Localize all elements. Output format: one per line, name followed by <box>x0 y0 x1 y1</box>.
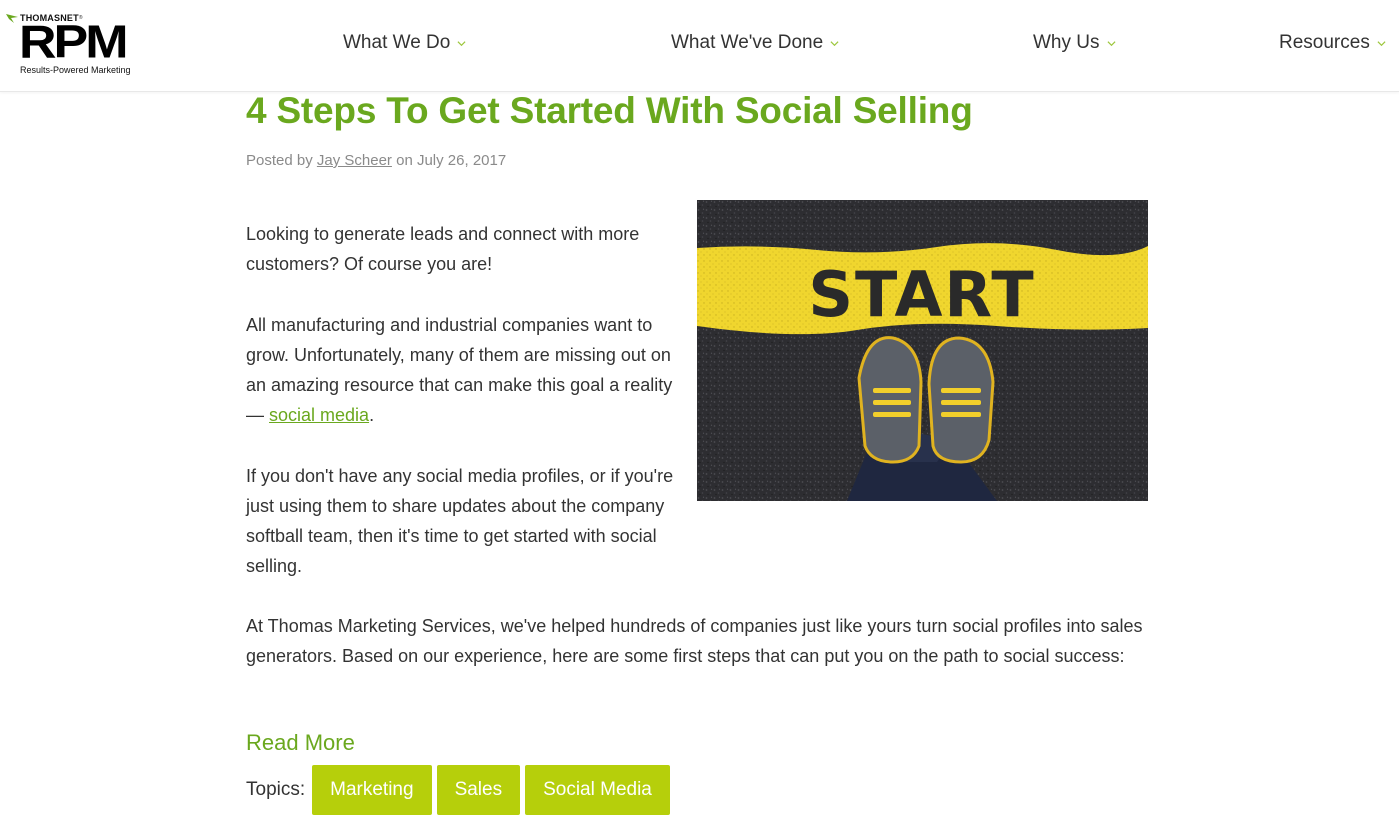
topic-tag-social-media[interactable]: Social Media <box>525 765 670 815</box>
site-header: THOMASNET ® RPM Results-Powered Marketin… <box>0 0 1399 92</box>
nav-resources[interactable]: Resources <box>1279 30 1386 56</box>
social-profiles-paragraph: If you don't have any social media profi… <box>246 466 674 576</box>
chevron-down-icon <box>830 40 839 46</box>
thomasnet-rpm-logo[interactable]: THOMASNET ® RPM Results-Powered Marketin… <box>6 12 146 78</box>
article-byline: Posted by Jay Scheer on July 26, 2017 <box>246 152 506 169</box>
topic-tag-marketing[interactable]: Marketing <box>312 765 432 815</box>
experience-paragraph: At Thomas Marketing Services, we've help… <box>246 616 1143 666</box>
read-more-link[interactable]: Read More <box>246 730 355 756</box>
byline-prefix: Posted by <box>246 152 313 169</box>
nav-why-us[interactable]: Why Us <box>1033 30 1116 56</box>
thomasnet-arrow-icon <box>6 13 18 23</box>
start-line-hero-image: START <box>697 200 1148 501</box>
logo-rpm-text: RPM <box>19 16 129 69</box>
publish-date: July 26, 2017 <box>416 152 507 169</box>
author-link[interactable]: Jay Scheer <box>317 152 392 169</box>
nav-label: Why Us <box>1033 32 1100 53</box>
start-text: START <box>808 258 1035 331</box>
chevron-down-icon <box>1377 40 1386 46</box>
nav-what-weve-done[interactable]: What We've Done <box>671 30 839 56</box>
topics-row: Topics: Marketing Sales Social Media <box>246 765 675 815</box>
nav-what-we-do[interactable]: What We Do <box>343 30 466 56</box>
nav-label: Resources <box>1279 32 1370 53</box>
right-shoe <box>927 336 995 464</box>
intro-paragraph: Looking to generate leads and connect wi… <box>246 224 640 274</box>
growth-paragraph: All manufacturing and industrial compani… <box>246 310 676 430</box>
hero-image-illustration: START <box>697 200 1148 501</box>
left-shoe <box>857 336 923 464</box>
topics-label: Topics: <box>246 779 306 800</box>
social-media-link[interactable]: social media <box>269 405 369 425</box>
nav-label: What We've Done <box>671 32 824 53</box>
byline-middle: on <box>396 152 413 169</box>
logo-tagline: Results-Powered Marketing <box>20 65 131 75</box>
nav-label: What We Do <box>343 32 451 53</box>
chevron-down-icon <box>457 40 466 46</box>
chevron-down-icon <box>1106 40 1116 46</box>
growth-paragraph-end: . <box>369 405 375 425</box>
topic-tag-sales[interactable]: Sales <box>436 765 521 815</box>
article-title: 4 Steps To Get Started With Social Selli… <box>246 90 973 131</box>
